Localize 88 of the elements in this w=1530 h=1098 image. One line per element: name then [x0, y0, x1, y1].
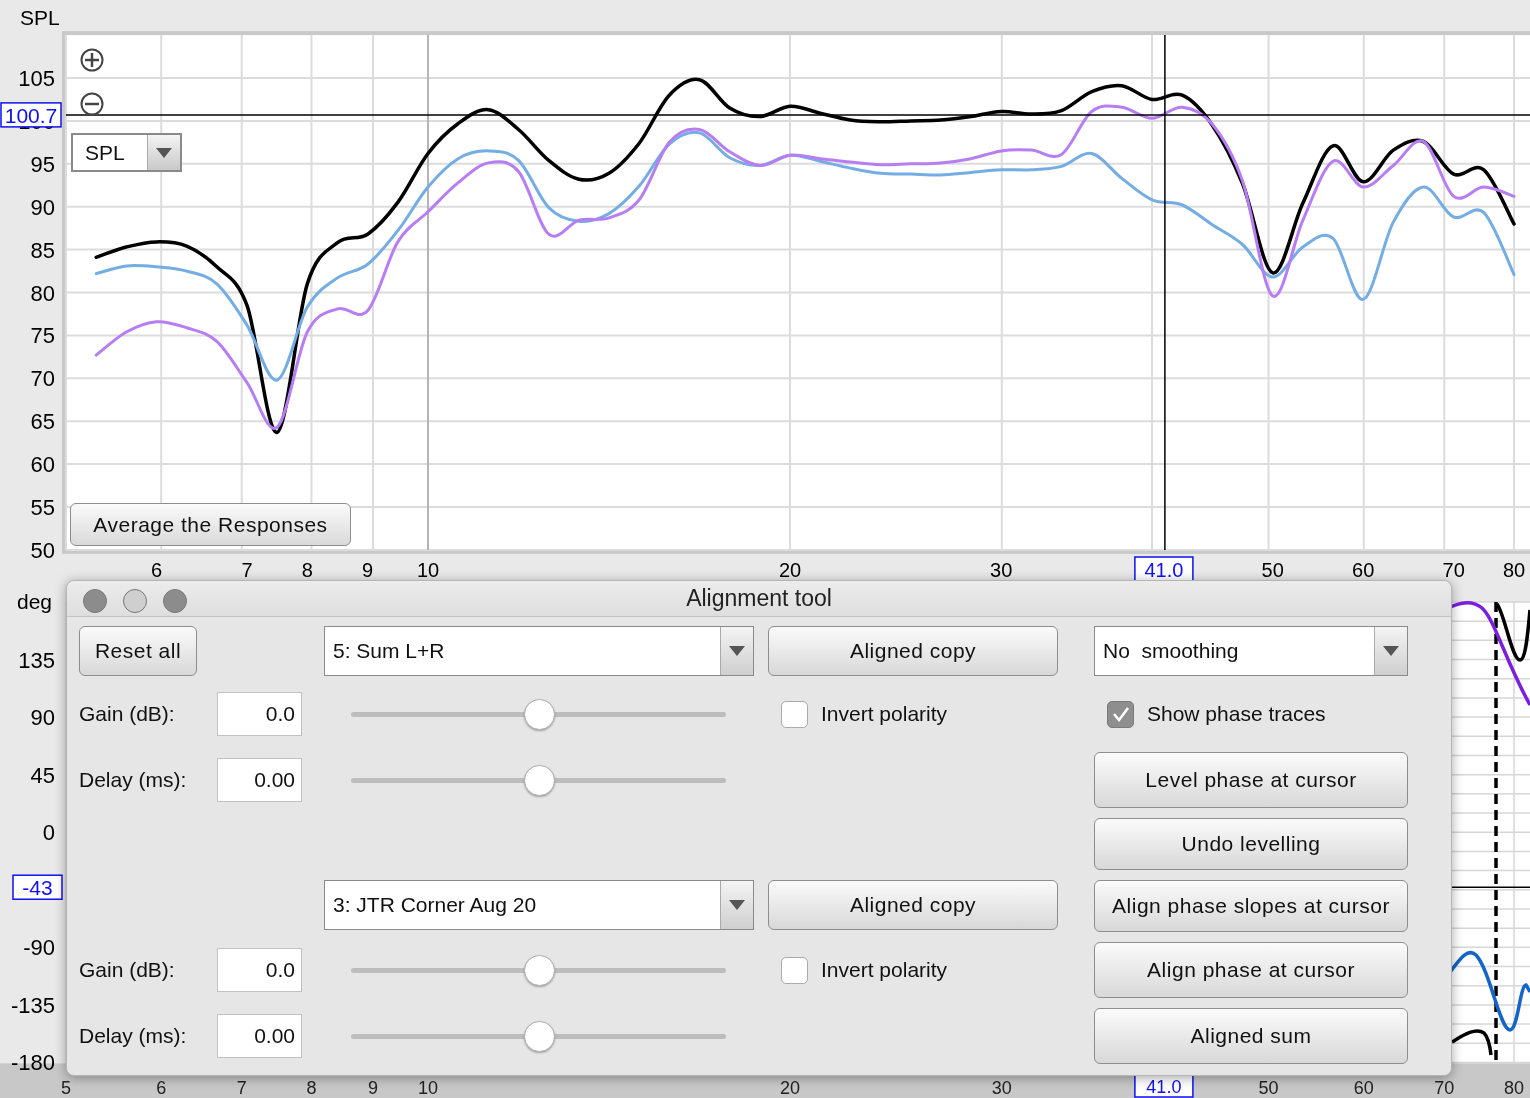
- axis-tick-label: 6: [150, 559, 163, 581]
- field-label: Gain (dB):: [79, 957, 175, 984]
- axis-tick-label: 60: [1352, 559, 1375, 581]
- action-button[interactable]: Align phase at cursor: [1094, 942, 1408, 998]
- average-button[interactable]: Average the Responses: [70, 503, 351, 546]
- window-title: Alignment tool: [686, 584, 832, 614]
- field-label: Gain (dB):: [79, 701, 175, 728]
- action-button[interactable]: Level phase at cursor: [1094, 752, 1408, 808]
- axis-tick-label: 50: [1261, 559, 1284, 581]
- checkbox-label: Show phase traces: [1147, 701, 1326, 728]
- input-field[interactable]: 0.00: [217, 1014, 302, 1058]
- slider-thumb[interactable]: [523, 954, 555, 986]
- action-button[interactable]: Align phase slopes at cursor: [1094, 880, 1408, 932]
- axis-tick-label: 80: [30, 280, 55, 306]
- axis-tick-label: 60: [30, 452, 55, 478]
- input-field[interactable]: 0.0: [217, 948, 302, 992]
- axis-tick-label: 9: [362, 559, 374, 581]
- caret-icon: [729, 646, 745, 656]
- slider-thumb[interactable]: [523, 764, 555, 796]
- field-label: Delay (ms):: [79, 1023, 187, 1050]
- axis-tick-label: 30: [991, 1078, 1012, 1098]
- action-button[interactable]: Undo levelling: [1094, 818, 1408, 870]
- action-button[interactable]: Aligned sum: [1094, 1008, 1408, 1064]
- axis-tick-label: 80: [1504, 1078, 1524, 1098]
- reset-button[interactable]: Reset all: [79, 626, 197, 676]
- checkbox[interactable]: [781, 956, 808, 984]
- measurement-dropdown[interactable]: SPL: [71, 133, 182, 172]
- cursor-value: 41.0: [1134, 556, 1194, 582]
- caret-icon: [1383, 646, 1399, 656]
- checkmark-icon: [1111, 706, 1130, 722]
- checkbox[interactable]: [781, 700, 808, 728]
- axis-tick-label: 50: [1258, 1078, 1279, 1098]
- input-field[interactable]: 0.0: [217, 692, 302, 736]
- axis-tick-label: 7: [241, 559, 253, 581]
- axis-tick-label: 95: [30, 151, 55, 177]
- smoothing-dropdown[interactable]: No smoothing: [1094, 626, 1408, 676]
- axis-tick-label: 10: [418, 1078, 438, 1098]
- axis-tick-label: -135: [10, 992, 55, 1018]
- axis-tick-label: 105: [18, 66, 55, 91]
- axis-title: deg: [17, 590, 53, 613]
- axis-tick-label: 85: [30, 237, 55, 263]
- measurement-dropdown[interactable]: 5: Sum L+R: [324, 626, 754, 676]
- axis-tick-label: 9: [367, 1078, 378, 1098]
- input-field[interactable]: 0.00: [217, 758, 302, 802]
- axis-tick-label: 20: [780, 1078, 800, 1098]
- axis-tick-label: -90: [23, 935, 55, 961]
- checkbox-label: Invert polarity: [821, 701, 948, 728]
- window-control-icon[interactable]: [83, 589, 107, 613]
- axis-tick-label: -180: [10, 1050, 55, 1076]
- axis-tick-label: 50: [30, 537, 55, 563]
- axis-tick-label: 80: [1502, 559, 1526, 581]
- slider-thumb[interactable]: [523, 698, 555, 730]
- zoom-out-icon[interactable]: [80, 92, 104, 116]
- axis-tick-label: 75: [30, 323, 55, 349]
- axis-tick-label: 10: [416, 559, 440, 581]
- checkbox-label: Invert polarity: [821, 957, 948, 984]
- axis-tick-label: 55: [30, 495, 55, 520]
- axis-tick-label: 5: [61, 1078, 71, 1098]
- zoom-in-icon[interactable]: [80, 48, 104, 72]
- axis-tick-label: 70: [1434, 1078, 1455, 1098]
- axis-tick-label: 8: [306, 1078, 317, 1098]
- caret-icon: [156, 147, 172, 158]
- axis-tick-label: 135: [18, 647, 55, 673]
- axis-tick-label: 70: [1442, 559, 1465, 581]
- axis-tick-label: 65: [30, 409, 55, 435]
- measurement-dropdown[interactable]: 3: JTR Corner Aug 20: [324, 880, 754, 930]
- aligned-copy-button[interactable]: Aligned copy: [768, 626, 1058, 676]
- axis-tick-label: 30: [990, 559, 1013, 581]
- axis-tick-label: 7: [236, 1078, 247, 1098]
- axis-tick-label: 60: [1353, 1078, 1374, 1098]
- field-label: Delay (ms):: [79, 767, 187, 794]
- axis-tick-label: 70: [30, 366, 55, 392]
- cursor-value: 41.0: [1134, 1073, 1194, 1098]
- axis-tick-label: 45: [30, 762, 55, 788]
- axis-tick-label: 8: [301, 559, 313, 581]
- checkbox[interactable]: [1107, 700, 1134, 728]
- axis-tick-label: 6: [156, 1078, 167, 1098]
- axis-tick-label: 90: [30, 194, 55, 220]
- window-control-icon[interactable]: [163, 589, 187, 613]
- axis-title: SPL: [20, 6, 60, 29]
- aligned-copy-button[interactable]: Aligned copy: [768, 880, 1058, 930]
- slider-thumb[interactable]: [523, 1020, 555, 1052]
- axis-tick-label: 20: [778, 559, 802, 581]
- cursor-value: -43: [12, 874, 63, 900]
- caret-icon: [729, 900, 745, 910]
- axis-tick-label: 0: [42, 820, 55, 846]
- window-control-icon[interactable]: [123, 589, 147, 613]
- axis-tick-label: 90: [30, 705, 55, 731]
